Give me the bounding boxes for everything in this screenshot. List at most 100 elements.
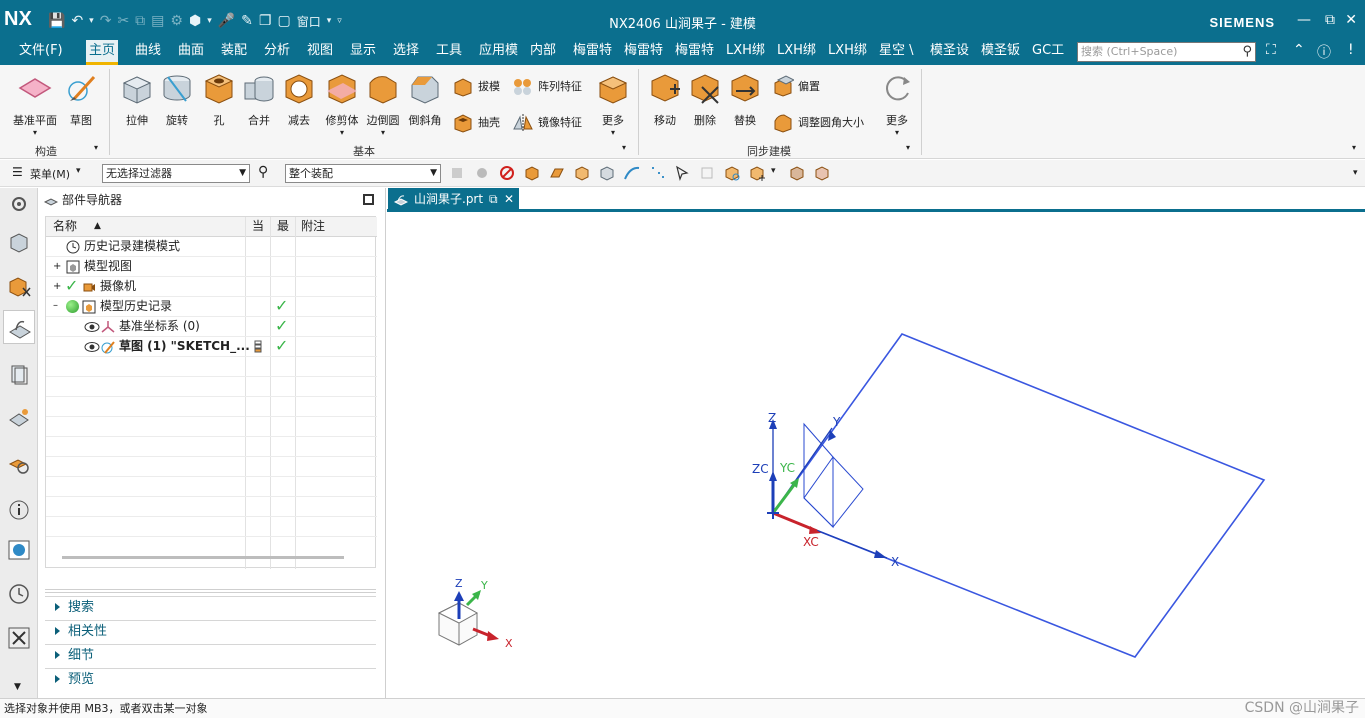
subtract-button[interactable]: 减去	[280, 71, 318, 128]
type-filter-select[interactable]: 无选择过滤器 ▼	[102, 164, 250, 183]
snap-point-icon[interactable]	[674, 165, 690, 181]
mirror-feature-button[interactable]: 镜像特征	[512, 111, 582, 133]
tab-file[interactable]: 文件(F)	[16, 40, 66, 65]
assembly-navigator-icon[interactable]	[7, 230, 31, 254]
snap-dropdown-icon[interactable]: ▾	[771, 166, 776, 176]
search-icon[interactable]: ⚲	[1242, 43, 1252, 61]
select-all-icon[interactable]	[449, 165, 465, 181]
expand-icon[interactable]: +	[53, 257, 61, 276]
tree-row[interactable]: + 模型视图	[46, 257, 377, 277]
panel-dependencies[interactable]: 相关性	[45, 620, 376, 642]
more-basic-button[interactable]: 更多 ▾	[594, 71, 632, 137]
tab-mold-1[interactable]: 模圣设	[927, 40, 972, 65]
fullscreen-icon[interactable]: ⛶	[1266, 42, 1276, 58]
column-notes[interactable]: 附注	[301, 217, 325, 236]
tab-curve[interactable]: 曲线	[132, 40, 164, 65]
endpoint-icon[interactable]	[724, 165, 740, 181]
settings-icon[interactable]	[7, 192, 31, 216]
inferred-point-icon[interactable]	[699, 165, 715, 181]
sketch-rectangle[interactable]	[771, 333, 1266, 658]
tree-row[interactable]: + ✓ 摄像机	[46, 276, 377, 297]
column-current[interactable]: 当	[252, 217, 264, 236]
part-navigator-tab[interactable]	[3, 310, 35, 344]
panel-splitter[interactable]	[45, 589, 376, 593]
group-expand-icon[interactable]: ▾	[906, 143, 910, 152]
offset-region-button[interactable]: 偏置	[772, 75, 820, 97]
command-search-input[interactable]: 搜索 (Ctrl+Space) ⚲	[1077, 42, 1256, 62]
tab-tools[interactable]: 工具	[433, 40, 465, 65]
extrude-button[interactable]: 拉伸	[118, 71, 156, 128]
shell-button[interactable]: 抽壳	[452, 111, 500, 133]
filter-icon[interactable]: ⚲	[258, 164, 268, 180]
reuse-library-icon[interactable]	[7, 362, 31, 386]
web-browser-icon[interactable]	[7, 452, 31, 476]
revolve-button[interactable]: 旋转	[158, 71, 196, 128]
section-view-icon[interactable]	[814, 165, 830, 181]
tab-internal[interactable]: 内部	[527, 40, 559, 65]
tab-surface[interactable]: 曲面	[175, 40, 207, 65]
selection-scope-select[interactable]: 整个装配 ▼	[285, 164, 441, 183]
roles-icon[interactable]	[7, 538, 31, 562]
help-icon[interactable]: ⓘ	[1317, 42, 1331, 62]
info-icon[interactable]	[7, 498, 31, 522]
sketch-button[interactable]: 草图	[62, 71, 100, 128]
datum-plane-button[interactable]: 基准平面 ▾	[6, 71, 64, 137]
view-triad[interactable]: Z Y X	[437, 577, 513, 650]
tree-row[interactable]: 基准坐标系 (0) ✓	[46, 316, 377, 337]
undock-icon[interactable]: ⧉	[489, 188, 498, 210]
tab-lxh-3[interactable]: LXH绑	[825, 40, 870, 65]
tab-assembly[interactable]: 装配	[218, 40, 250, 65]
graphics-window[interactable]: X Y Z ZC YC XC Z Y X	[387, 213, 1365, 698]
visibility-eye-icon[interactable]	[84, 341, 100, 353]
expand-icon[interactable]: +	[53, 277, 61, 296]
hd3d-tools-icon[interactable]	[7, 406, 31, 430]
unite-button[interactable]: 合并	[240, 71, 278, 128]
close-tab-icon[interactable]: ✕	[504, 188, 514, 210]
history-icon[interactable]	[7, 582, 31, 606]
minimize-button[interactable]: —	[1297, 12, 1311, 28]
point-select-icon[interactable]	[649, 165, 665, 181]
pattern-feature-button[interactable]: 阵列特征	[512, 75, 582, 97]
stop-icon[interactable]	[499, 165, 515, 181]
visibility-eye-icon[interactable]	[84, 321, 100, 333]
strip-scroll-down-icon[interactable]: ▼	[14, 682, 21, 692]
tools-icon[interactable]	[7, 626, 31, 650]
tab-lxh-1[interactable]: LXH绑	[723, 40, 768, 65]
horizontal-scrollbar[interactable]	[62, 556, 344, 559]
column-name[interactable]: 名称	[53, 217, 77, 236]
ribbon-options-icon[interactable]: ▾	[1352, 143, 1356, 152]
tab-mold-2[interactable]: 模圣钣	[978, 40, 1023, 65]
collapse-ribbon-icon[interactable]: ⌃	[1293, 42, 1305, 58]
group-expand-icon[interactable]: ▾	[622, 143, 626, 152]
tree-row[interactable]: 历史记录建模模式	[46, 237, 377, 257]
tab-plugin-1[interactable]: 梅雷特	[570, 40, 615, 65]
panel-preview[interactable]: 预览	[45, 668, 376, 690]
tab-analysis[interactable]: 分析	[261, 40, 293, 65]
sort-ascending-icon[interactable]: ▲	[94, 217, 101, 236]
face-select-icon[interactable]	[549, 165, 565, 181]
tab-gc[interactable]: GC工	[1029, 40, 1067, 65]
column-latest[interactable]: 最	[277, 217, 289, 236]
body-select-icon[interactable]	[524, 165, 540, 181]
edge-blend-button[interactable]: 边倒圆 ▾	[363, 71, 403, 137]
close-button[interactable]: ✕	[1345, 12, 1357, 28]
group-expand-icon[interactable]: ▾	[94, 143, 98, 152]
select-features-icon[interactable]	[474, 165, 490, 181]
maximize-icon[interactable]	[363, 194, 374, 205]
chamfer-button[interactable]: 倒斜角	[405, 71, 445, 128]
hamburger-icon[interactable]: ☰	[12, 165, 23, 179]
tab-home[interactable]: 主页	[86, 40, 119, 65]
toolbar-options-icon[interactable]: ▾	[1353, 168, 1358, 178]
tab-select[interactable]: 选择	[390, 40, 422, 65]
midpoint-icon[interactable]	[749, 165, 765, 181]
tab-lxh-2[interactable]: LXH绑	[774, 40, 819, 65]
curve-select-icon[interactable]	[624, 165, 640, 181]
sheet-body-icon[interactable]	[599, 165, 615, 181]
constraint-navigator-icon[interactable]	[7, 274, 31, 298]
menu-dropdown-icon[interactable]: ▾	[76, 166, 81, 176]
tab-plugin-2[interactable]: 梅雷特	[621, 40, 666, 65]
tab-display[interactable]: 显示	[347, 40, 379, 65]
tab-view[interactable]: 视图	[304, 40, 336, 65]
menu-button[interactable]: 菜单(M)	[30, 166, 70, 182]
replace-face-button[interactable]: 替换	[726, 71, 764, 128]
